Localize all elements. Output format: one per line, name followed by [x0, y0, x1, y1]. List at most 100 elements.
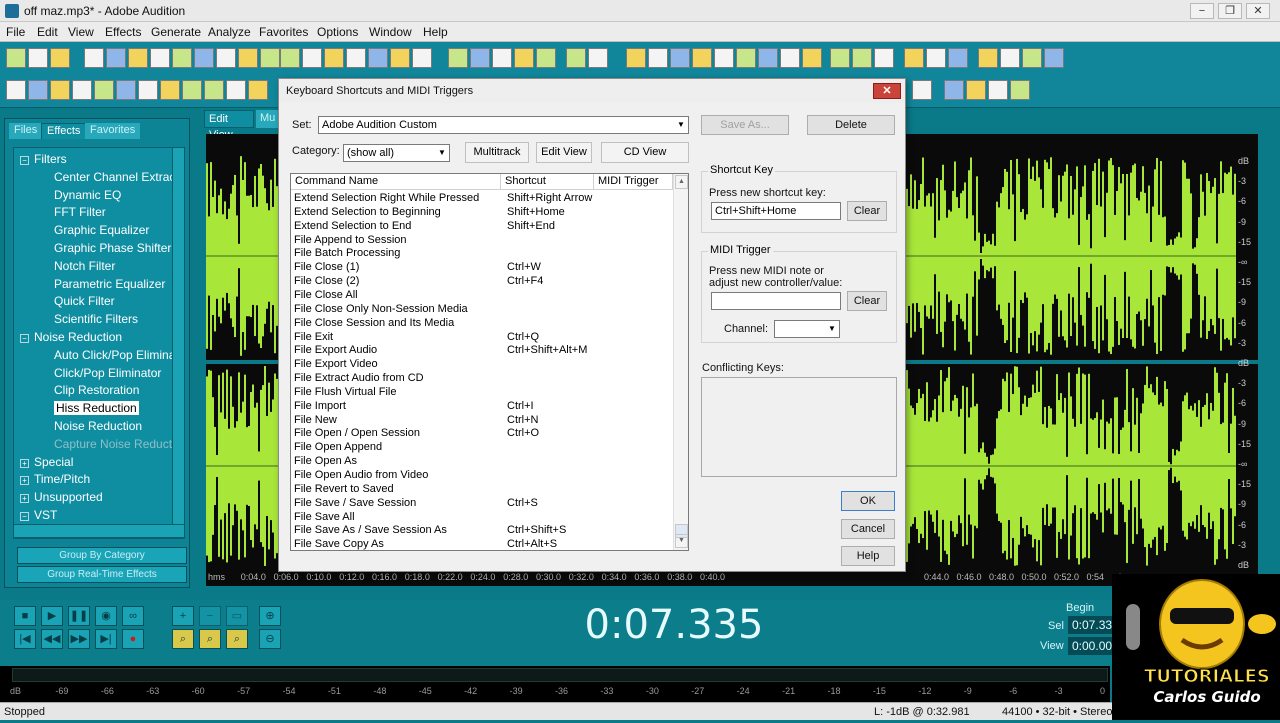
effects-toolbar-button[interactable]: [160, 80, 180, 100]
tree-effect-item[interactable]: Clip Restoration: [54, 383, 139, 397]
toolbar-button[interactable]: [736, 48, 756, 68]
effects-toolbar-button[interactable]: [944, 80, 964, 100]
toolbar-button[interactable]: [802, 48, 822, 68]
command-row[interactable]: File Open Append: [291, 441, 673, 455]
command-list-scrollbar[interactable]: ▲ ▼: [673, 174, 688, 550]
toolbar-button[interactable]: [150, 48, 170, 68]
timeline-ruler[interactable]: hms 0:04.0 0:06.0 0:10.0 0:12.0 0:16.0 0:18.0 0…: [206, 570, 1258, 586]
command-row[interactable]: File Append to Session: [291, 234, 673, 248]
tree-category[interactable]: Noise Reduction: [34, 330, 122, 344]
toolbar-button[interactable]: [692, 48, 712, 68]
help-button[interactable]: Help: [841, 546, 895, 566]
command-row[interactable]: Extend Selection to End Shift+End: [291, 220, 673, 234]
play-to-end-button[interactable]: ◉: [95, 606, 117, 626]
toolbar-button[interactable]: [492, 48, 512, 68]
tree-effect-item[interactable]: Hiss Reduction: [54, 401, 139, 416]
tree-expander-icon[interactable]: +: [20, 458, 29, 468]
command-row[interactable]: File Open Audio from Video: [291, 469, 673, 483]
shortcut-input[interactable]: Ctrl+Shift+Home: [711, 202, 841, 220]
loop-button[interactable]: ∞: [122, 606, 144, 626]
tree-effect-item[interactable]: Scientific Filters: [54, 312, 138, 326]
command-row[interactable]: File Save As / Save Session As Ctrl+Shift…: [291, 524, 673, 538]
pause-button[interactable]: ❚❚: [68, 606, 90, 626]
effects-toolbar-button[interactable]: [204, 80, 224, 100]
record-button[interactable]: ●: [122, 629, 144, 649]
toolbar-button[interactable]: [648, 48, 668, 68]
tree-category[interactable]: Unsupported: [34, 490, 103, 504]
toolbar-button[interactable]: [106, 48, 126, 68]
toolbar-button[interactable]: [626, 48, 646, 68]
zoom-left-icon[interactable]: ⌕: [172, 629, 194, 649]
tree-expander-icon[interactable]: +: [20, 494, 29, 504]
tree-effect-item[interactable]: Notch Filter: [54, 259, 115, 273]
zoom-selection-icon[interactable]: ⌕: [226, 629, 248, 649]
effects-toolbar-button[interactable]: [50, 80, 70, 100]
scroll-up-icon[interactable]: ▲: [675, 175, 688, 189]
effects-toolbar-button[interactable]: [6, 80, 26, 100]
group-realtime-effects-button[interactable]: Group Real-Time Effects: [17, 566, 187, 583]
tab-effects[interactable]: Effects: [41, 123, 87, 139]
menu-favorites[interactable]: Favorites: [259, 25, 308, 39]
toolbar-button[interactable]: [260, 48, 280, 68]
toolbar-button[interactable]: [448, 48, 468, 68]
delete-button[interactable]: Delete: [807, 115, 895, 135]
effects-toolbar-button[interactable]: [966, 80, 986, 100]
view-begin-value[interactable]: 0:00.00: [1068, 637, 1112, 655]
command-row[interactable]: File Open As: [291, 455, 673, 469]
fast-forward-button[interactable]: ▶▶: [68, 629, 90, 649]
minimize-button[interactable]: −: [1190, 3, 1214, 19]
cancel-button[interactable]: Cancel: [841, 519, 895, 539]
toolbar-button[interactable]: [238, 48, 258, 68]
ok-button[interactable]: OK: [841, 491, 895, 511]
toolbar-button[interactable]: [280, 48, 300, 68]
rewind-button[interactable]: ◀◀: [41, 629, 63, 649]
effects-toolbar-button[interactable]: [912, 80, 932, 100]
dialog-close-icon[interactable]: ✕: [873, 83, 901, 99]
toolbar-button[interactable]: [216, 48, 236, 68]
toolbar-button[interactable]: [1022, 48, 1042, 68]
command-row[interactable]: File Save / Save Session Ctrl+S: [291, 497, 673, 511]
tree-effect-item[interactable]: Graphic Equalizer: [54, 223, 149, 237]
menu-file[interactable]: File: [6, 25, 25, 39]
zoom-in-horizontal-icon[interactable]: +: [172, 606, 194, 626]
cd-view-button[interactable]: CD View: [601, 142, 689, 163]
col-command-name[interactable]: Command Name: [291, 174, 501, 190]
channel-select[interactable]: ▼: [774, 320, 840, 338]
command-row[interactable]: File Close (2) Ctrl+F4: [291, 275, 673, 289]
toolbar-button[interactable]: [6, 48, 26, 68]
command-row[interactable]: File Close Only Non-Session Media: [291, 303, 673, 317]
sel-begin-value[interactable]: 0:07.33: [1068, 616, 1112, 634]
tree-effect-item[interactable]: Click/Pop Eliminator: [54, 366, 161, 380]
command-row[interactable]: File Revert to Saved: [291, 483, 673, 497]
toolbar-button[interactable]: [1044, 48, 1064, 68]
toolbar-button[interactable]: [390, 48, 410, 68]
effects-toolbar-button[interactable]: [138, 80, 158, 100]
toolbar-button[interactable]: [588, 48, 608, 68]
effects-toolbar-button[interactable]: [226, 80, 246, 100]
menu-edit[interactable]: Edit: [37, 25, 58, 39]
zoom-out-horizontal-icon[interactable]: −: [199, 606, 221, 626]
effects-toolbar-button[interactable]: [182, 80, 202, 100]
toolbar-button[interactable]: [852, 48, 872, 68]
tree-effect-item[interactable]: Parametric Equalizer: [54, 277, 165, 291]
toolbar-button[interactable]: [758, 48, 778, 68]
tree-effect-item[interactable]: Dynamic EQ: [54, 188, 121, 202]
menu-help[interactable]: Help: [423, 25, 448, 39]
toolbar-button[interactable]: [368, 48, 388, 68]
toolbar-button[interactable]: [926, 48, 946, 68]
effects-toolbar-button[interactable]: [94, 80, 114, 100]
scroll-down-icon[interactable]: ▼: [675, 534, 688, 548]
effects-toolbar-button[interactable]: [248, 80, 268, 100]
command-row[interactable]: File Batch Processing: [291, 247, 673, 261]
clear-midi-button[interactable]: Clear: [847, 291, 887, 311]
tree-hscrollbar[interactable]: [13, 524, 185, 538]
midi-input[interactable]: [711, 292, 841, 310]
toolbar-button[interactable]: [830, 48, 850, 68]
command-row[interactable]: File Open / Open Session Ctrl+O: [291, 427, 673, 441]
toolbar-button[interactable]: [670, 48, 690, 68]
effects-toolbar-button[interactable]: [1010, 80, 1030, 100]
command-row[interactable]: Extend Selection to Beginning Shift+Home: [291, 206, 673, 220]
toolbar-button[interactable]: [28, 48, 48, 68]
tab-files[interactable]: Files: [9, 123, 43, 139]
toolbar-button[interactable]: [172, 48, 192, 68]
